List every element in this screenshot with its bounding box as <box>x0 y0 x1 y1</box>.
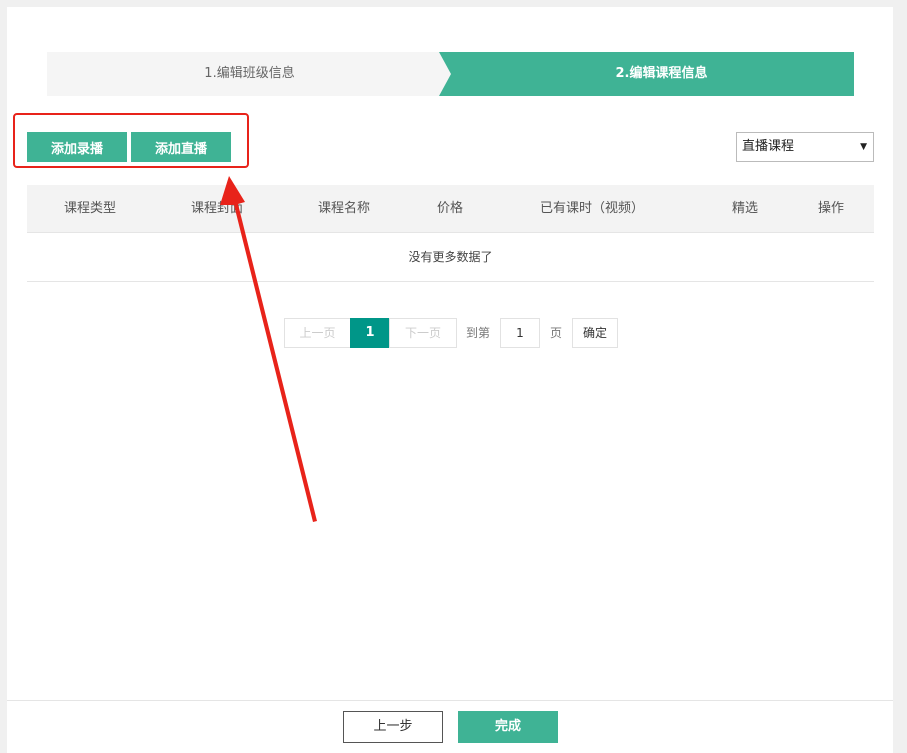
step-2-label: 2.编辑课程信息 <box>615 66 708 81</box>
course-type-select[interactable]: 直播课程 ▼ <box>736 132 874 162</box>
current-page-button[interactable]: 1 <box>350 318 390 348</box>
goto-page-label: 到第 <box>466 326 491 340</box>
step-indicator: 1.编辑班级信息 2.编辑课程信息 <box>47 52 854 96</box>
finish-button[interactable]: 完成 <box>458 711 558 743</box>
column-header-featured: 精选 <box>731 201 758 216</box>
step-edit-class-info[interactable]: 1.编辑班级信息 <box>47 52 462 96</box>
prev-page-button[interactable]: 上一页 <box>284 318 351 348</box>
previous-step-button[interactable]: 上一步 <box>343 711 443 743</box>
column-header-type: 课程类型 <box>63 201 116 216</box>
column-header-name: 课程名称 <box>317 201 370 216</box>
add-live-button[interactable]: 添加直播 <box>131 132 231 162</box>
next-page-button[interactable]: 下一页 <box>389 318 457 348</box>
goto-confirm-button[interactable]: 确定 <box>572 318 618 348</box>
footer-bar <box>7 700 893 753</box>
main-panel <box>7 7 893 753</box>
step-edit-course-info[interactable]: 2.编辑课程信息 <box>439 52 854 96</box>
goto-page-input[interactable] <box>500 318 540 348</box>
column-header-price: 价格 <box>436 201 463 216</box>
column-header-cover: 课程封面 <box>190 201 243 216</box>
step-1-label: 1.编辑班级信息 <box>204 66 295 81</box>
course-type-select-value: 直播课程 <box>742 139 795 154</box>
column-header-lessons: 已有课时（视频） <box>539 201 644 216</box>
column-header-actions: 操作 <box>817 201 844 216</box>
add-recorded-button[interactable]: 添加录播 <box>27 132 127 162</box>
chevron-down-icon: ▼ <box>860 142 867 152</box>
empty-state-row: 没有更多数据了 <box>27 233 874 282</box>
course-table: 课程类型 课程封面 课程名称 价格 已有课时（视频） 精选 操作 没有更多数据了 <box>27 185 874 282</box>
table-header: 课程类型 课程封面 课程名称 价格 已有课时（视频） 精选 操作 <box>27 185 874 233</box>
page-unit-label: 页 <box>550 326 563 340</box>
